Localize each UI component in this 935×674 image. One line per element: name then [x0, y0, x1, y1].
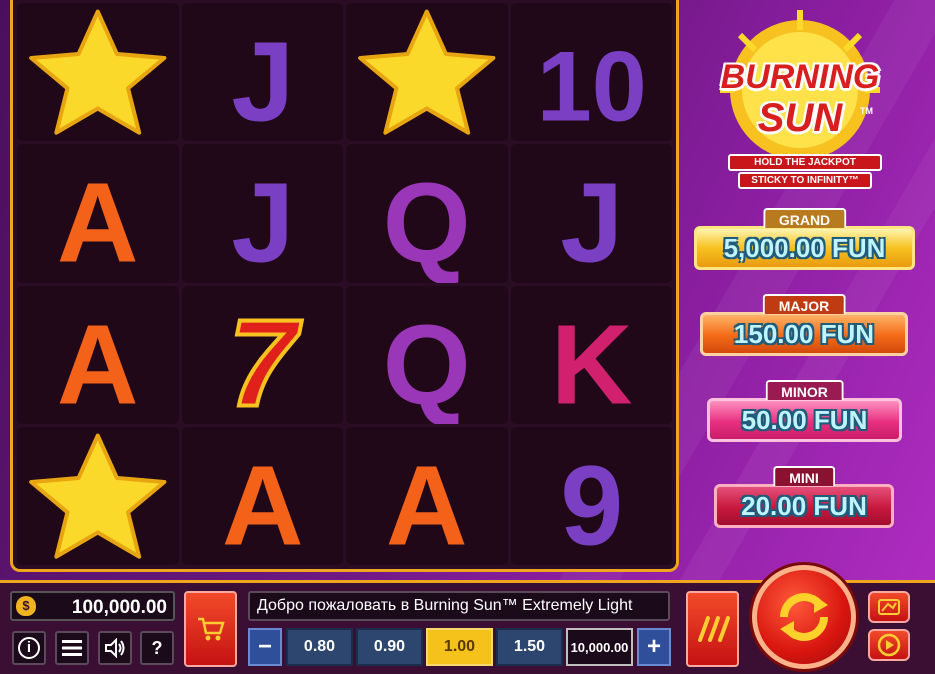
jackpot-grand-value: 5,000.00 FUN — [723, 232, 886, 263]
cart-icon — [197, 617, 225, 641]
logo-title-line2: SUN — [757, 96, 843, 140]
svg-text:10: 10 — [536, 31, 646, 142]
svg-text:J: J — [231, 160, 294, 283]
symbol-seven: 7 — [226, 293, 304, 424]
symbol-k: K — [550, 301, 632, 424]
symbol-j: J — [560, 160, 623, 283]
reel-grid: J 10 A J Q J A 7 Q K A A 9 — [10, 0, 679, 572]
reel-cell: 7 — [181, 285, 343, 424]
svg-text:Q: Q — [383, 160, 471, 283]
svg-text:9: 9 — [560, 442, 623, 565]
reel-cell: J — [181, 3, 343, 142]
control-bar: $ 100,000.00 i ? Добро пожаловать в Burn… — [0, 565, 935, 674]
game-logo: BURNING SUN TM HOLD THE JACKPOT STICKY T… — [700, 10, 900, 189]
total-bet-display: 10,000.00 — [566, 628, 633, 666]
symbol-q: Q — [383, 301, 471, 424]
menu-button[interactable] — [55, 631, 89, 665]
svg-text:7: 7 — [228, 295, 302, 424]
info-button[interactable]: i — [12, 631, 46, 665]
svg-text:J: J — [231, 19, 294, 142]
jackpot-mini-value: 20.00 FUN — [741, 490, 867, 521]
autoplay-icon — [877, 633, 901, 657]
reel-cell: A — [17, 285, 179, 424]
reel-cell: J — [510, 144, 672, 283]
logo-title-line1: BURNING — [720, 58, 880, 96]
jackpot-grand-label: GRAND — [762, 208, 847, 228]
bet-option[interactable]: 0.90 — [356, 628, 423, 666]
autoplay-button[interactable] — [868, 629, 910, 661]
symbol-j: J — [231, 160, 294, 283]
symbol-10: 10 — [536, 31, 646, 142]
menu-icon — [62, 640, 82, 656]
trademark-mark: TM — [860, 106, 873, 116]
balance-display: $ 100,000.00 — [10, 591, 175, 621]
svg-text:A: A — [221, 442, 303, 565]
reel-cell — [346, 3, 508, 142]
help-button[interactable]: ? — [140, 631, 174, 665]
symbol-j: J — [231, 19, 294, 142]
jackpot-minor: 50.00 FUN MINOR — [707, 380, 902, 444]
jackpot-grand: 5,000.00 FUN GRAND — [694, 208, 915, 272]
jackpot-mini-value-box: 20.00 FUN — [714, 484, 894, 528]
reel-cell: A — [181, 426, 343, 565]
message-ticker: Добро пожаловать в Burning Sun™ Extremel… — [248, 591, 670, 621]
svg-text:A: A — [57, 160, 139, 283]
svg-text:K: K — [550, 301, 632, 424]
logo-banner-sticky: STICKY TO INFINITY™ — [738, 172, 872, 189]
jackpot-minor-value: 50.00 FUN — [741, 404, 868, 435]
speaker-icon — [105, 638, 125, 658]
reel-cell: Q — [346, 285, 508, 424]
star-icon — [29, 9, 167, 135]
jackpot-major-value: 150.00 FUN — [733, 318, 875, 349]
reel-cell — [17, 3, 179, 142]
symbol-a: A — [221, 442, 303, 565]
svg-text:A: A — [57, 301, 139, 424]
reel-cell: 9 — [510, 426, 672, 565]
balance-value: 100,000.00 — [71, 597, 167, 618]
svg-text:A: A — [386, 442, 468, 565]
bet-decrease-button[interactable]: − — [248, 628, 282, 666]
spin-arrows-icon — [780, 593, 828, 641]
bet-selector: − 0.80 0.90 1.00 1.50 10,000.00 + — [248, 628, 672, 666]
jackpot-major-value-box: 150.00 FUN — [700, 312, 908, 356]
bet-option[interactable]: 1.50 — [496, 628, 563, 666]
star-icon — [29, 433, 167, 559]
feature-button[interactable] — [686, 591, 739, 667]
svg-text:Q: Q — [383, 301, 471, 424]
reel-cell: K — [510, 285, 672, 424]
info-icon: i — [18, 637, 40, 659]
spin-button[interactable] — [752, 565, 856, 669]
symbol-a: A — [57, 301, 139, 424]
jackpot-mini-label: MINI — [773, 466, 835, 486]
help-icon: ? — [151, 637, 163, 658]
sound-button[interactable] — [98, 631, 132, 665]
svg-text:J: J — [560, 160, 623, 283]
bet-option[interactable]: 0.80 — [286, 628, 353, 666]
logo-banner-hold-jackpot: HOLD THE JACKPOT — [728, 154, 882, 171]
star-icon — [358, 9, 496, 135]
jackpot-major: 150.00 FUN MAJOR — [700, 294, 908, 358]
bet-option-selected[interactable]: 1.00 — [426, 628, 493, 666]
gamble-icon — [878, 599, 900, 615]
reel-cell: J — [181, 144, 343, 283]
shop-button[interactable] — [184, 591, 237, 667]
reel-cell: A — [346, 426, 508, 565]
reel-cell — [17, 426, 179, 565]
jackpot-minor-label: MINOR — [765, 380, 844, 400]
jackpot-minor-value-box: 50.00 FUN — [707, 398, 902, 442]
symbol-q: Q — [383, 160, 471, 283]
chili-peppers-icon — [697, 616, 730, 642]
money-bag-icon: $ — [16, 596, 36, 616]
symbol-a: A — [57, 160, 139, 283]
reel-cell: Q — [346, 144, 508, 283]
bet-increase-button[interactable]: + — [637, 628, 671, 666]
symbol-a: A — [386, 442, 468, 565]
symbol-9: 9 — [560, 442, 623, 565]
reel-cell: A — [17, 144, 179, 283]
jackpot-mini: 20.00 FUN MINI — [714, 466, 894, 530]
jackpot-grand-value-box: 5,000.00 FUN — [694, 226, 915, 270]
jackpot-major-label: MAJOR — [762, 294, 846, 314]
reel-cell: 10 — [510, 3, 672, 142]
autoplay-settings-button[interactable] — [868, 591, 910, 623]
